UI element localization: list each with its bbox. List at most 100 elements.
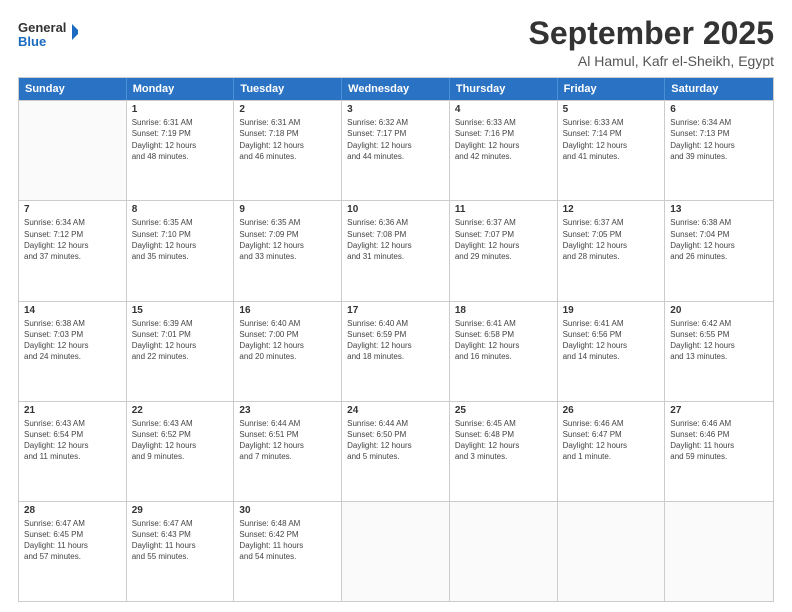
day-number: 26 bbox=[563, 405, 660, 416]
cell-info-line: and 41 minutes. bbox=[563, 151, 660, 162]
cell-info-line: Sunrise: 6:34 AM bbox=[24, 217, 121, 228]
cell-info-line: Daylight: 12 hours bbox=[563, 240, 660, 251]
calendar-day-24: 24Sunrise: 6:44 AMSunset: 6:50 PMDayligh… bbox=[342, 402, 450, 501]
cell-info-line: Sunset: 6:43 PM bbox=[132, 529, 229, 540]
logo-svg: General Blue bbox=[18, 16, 78, 52]
day-number: 29 bbox=[132, 505, 229, 516]
cell-info-line: Sunrise: 6:41 AM bbox=[563, 318, 660, 329]
day-number: 6 bbox=[670, 104, 768, 115]
cell-info-line: Sunrise: 6:37 AM bbox=[563, 217, 660, 228]
cell-info-line: Sunset: 7:14 PM bbox=[563, 128, 660, 139]
cell-info-line: and 7 minutes. bbox=[239, 451, 336, 462]
day-number: 5 bbox=[563, 104, 660, 115]
cell-info-line: Daylight: 12 hours bbox=[239, 240, 336, 251]
calendar-day-16: 16Sunrise: 6:40 AMSunset: 7:00 PMDayligh… bbox=[234, 302, 342, 401]
cell-info-line: and 44 minutes. bbox=[347, 151, 444, 162]
calendar-empty-4-4 bbox=[450, 502, 558, 601]
cell-info-line: Sunrise: 6:41 AM bbox=[455, 318, 552, 329]
calendar-day-17: 17Sunrise: 6:40 AMSunset: 6:59 PMDayligh… bbox=[342, 302, 450, 401]
calendar-day-3: 3Sunrise: 6:32 AMSunset: 7:17 PMDaylight… bbox=[342, 101, 450, 200]
cell-info-line: Daylight: 12 hours bbox=[455, 140, 552, 151]
header-day-wednesday: Wednesday bbox=[342, 78, 450, 100]
location-subtitle: Al Hamul, Kafr el-Sheikh, Egypt bbox=[529, 53, 774, 69]
cell-info-line: Sunrise: 6:47 AM bbox=[24, 518, 121, 529]
calendar-day-19: 19Sunrise: 6:41 AMSunset: 6:56 PMDayligh… bbox=[558, 302, 666, 401]
cell-info-line: Sunrise: 6:45 AM bbox=[455, 418, 552, 429]
cell-info-line: Sunset: 7:04 PM bbox=[670, 229, 768, 240]
calendar-day-25: 25Sunrise: 6:45 AMSunset: 6:48 PMDayligh… bbox=[450, 402, 558, 501]
calendar-day-29: 29 Sunrise: 6:47 AMSunset: 6:43 PMDayligh… bbox=[127, 502, 235, 601]
calendar-day-10: 10Sunrise: 6:36 AMSunset: 7:08 PMDayligh… bbox=[342, 201, 450, 300]
calendar: SundayMondayTuesdayWednesdayThursdayFrid… bbox=[18, 77, 774, 602]
cell-info-line: Sunset: 7:12 PM bbox=[24, 229, 121, 240]
cell-info-line: Sunrise: 6:33 AM bbox=[563, 117, 660, 128]
calendar-week-3: 14Sunrise: 6:38 AMSunset: 7:03 PMDayligh… bbox=[19, 301, 773, 401]
cell-info-line: and 31 minutes. bbox=[347, 251, 444, 262]
calendar-empty-4-6 bbox=[665, 502, 773, 601]
calendar-day-22: 22Sunrise: 6:43 AMSunset: 6:52 PMDayligh… bbox=[127, 402, 235, 501]
cell-info-line: and 33 minutes. bbox=[239, 251, 336, 262]
cell-info-line: and 24 minutes. bbox=[24, 351, 121, 362]
cell-info-line: Sunrise: 6:40 AM bbox=[239, 318, 336, 329]
cell-info-line: and 35 minutes. bbox=[132, 251, 229, 262]
cell-info-line: Sunrise: 6:31 AM bbox=[239, 117, 336, 128]
cell-info-line: and 9 minutes. bbox=[132, 451, 229, 462]
page: General Blue September 2025 Al Hamul, Ka… bbox=[0, 0, 792, 612]
day-number: 19 bbox=[563, 305, 660, 316]
cell-info-line: Sunrise: 6:47 AM bbox=[132, 518, 229, 529]
header-day-friday: Friday bbox=[558, 78, 666, 100]
cell-info-line: Sunset: 7:19 PM bbox=[132, 128, 229, 139]
calendar-body: 1Sunrise: 6:31 AMSunset: 7:19 PMDaylight… bbox=[19, 100, 773, 601]
cell-info-line: Sunset: 7:03 PM bbox=[24, 329, 121, 340]
header-day-thursday: Thursday bbox=[450, 78, 558, 100]
cell-info-line: Daylight: 12 hours bbox=[347, 240, 444, 251]
day-number: 16 bbox=[239, 305, 336, 316]
day-number: 12 bbox=[563, 204, 660, 215]
calendar-day-23: 23Sunrise: 6:44 AMSunset: 6:51 PMDayligh… bbox=[234, 402, 342, 501]
cell-info-line: Daylight: 11 hours bbox=[132, 540, 229, 551]
cell-info-line: Daylight: 12 hours bbox=[455, 240, 552, 251]
day-number: 20 bbox=[670, 305, 768, 316]
month-title: September 2025 bbox=[529, 16, 774, 51]
cell-info-line: Sunrise: 6:42 AM bbox=[670, 318, 768, 329]
day-number: 8 bbox=[132, 204, 229, 215]
header-day-monday: Monday bbox=[127, 78, 235, 100]
calendar-day-7: 7Sunrise: 6:34 AMSunset: 7:12 PMDaylight… bbox=[19, 201, 127, 300]
calendar-day-18: 18Sunrise: 6:41 AMSunset: 6:58 PMDayligh… bbox=[450, 302, 558, 401]
calendar-day-28: 28Sunrise: 6:47 AMSunset: 6:45 PMDayligh… bbox=[19, 502, 127, 601]
cell-info-line: and 57 minutes. bbox=[24, 551, 121, 562]
cell-info-line: Daylight: 11 hours bbox=[670, 440, 768, 451]
cell-info-line: Sunset: 7:07 PM bbox=[455, 229, 552, 240]
day-number: 24 bbox=[347, 405, 444, 416]
cell-info-line: and 5 minutes. bbox=[347, 451, 444, 462]
cell-info-line: and 48 minutes. bbox=[132, 151, 229, 162]
cell-info-line: Daylight: 11 hours bbox=[239, 540, 336, 551]
day-number: 30 bbox=[239, 505, 336, 516]
cell-info-line: Sunrise: 6:43 AM bbox=[24, 418, 121, 429]
cell-info-line: Sunset: 6:58 PM bbox=[455, 329, 552, 340]
day-number: 25 bbox=[455, 405, 552, 416]
cell-info-line: Sunset: 6:46 PM bbox=[670, 429, 768, 440]
day-number: 15 bbox=[132, 305, 229, 316]
cell-info-line: Sunset: 7:10 PM bbox=[132, 229, 229, 240]
cell-info-line: and 39 minutes. bbox=[670, 151, 768, 162]
calendar-day-5: 5Sunrise: 6:33 AMSunset: 7:14 PMDaylight… bbox=[558, 101, 666, 200]
calendar-day-13: 13Sunrise: 6:38 AMSunset: 7:04 PMDayligh… bbox=[665, 201, 773, 300]
cell-info-line: Sunset: 6:45 PM bbox=[24, 529, 121, 540]
cell-info-line: Sunrise: 6:40 AM bbox=[347, 318, 444, 329]
cell-info-line: Sunrise: 6:38 AM bbox=[670, 217, 768, 228]
cell-info-line: Sunrise: 6:44 AM bbox=[347, 418, 444, 429]
cell-info-line: Daylight: 12 hours bbox=[239, 340, 336, 351]
cell-info-line: Daylight: 12 hours bbox=[670, 340, 768, 351]
cell-info-line: Daylight: 12 hours bbox=[132, 140, 229, 151]
calendar-empty-4-5 bbox=[558, 502, 666, 601]
cell-info-line: Sunrise: 6:39 AM bbox=[132, 318, 229, 329]
cell-info-line: Daylight: 12 hours bbox=[455, 440, 552, 451]
cell-info-line: and 29 minutes. bbox=[455, 251, 552, 262]
calendar-day-2: 2Sunrise: 6:31 AMSunset: 7:18 PMDaylight… bbox=[234, 101, 342, 200]
cell-info-line: Sunrise: 6:34 AM bbox=[670, 117, 768, 128]
cell-info-line: Daylight: 12 hours bbox=[563, 440, 660, 451]
logo: General Blue bbox=[18, 16, 78, 52]
cell-info-line: and 42 minutes. bbox=[455, 151, 552, 162]
day-number: 9 bbox=[239, 204, 336, 215]
